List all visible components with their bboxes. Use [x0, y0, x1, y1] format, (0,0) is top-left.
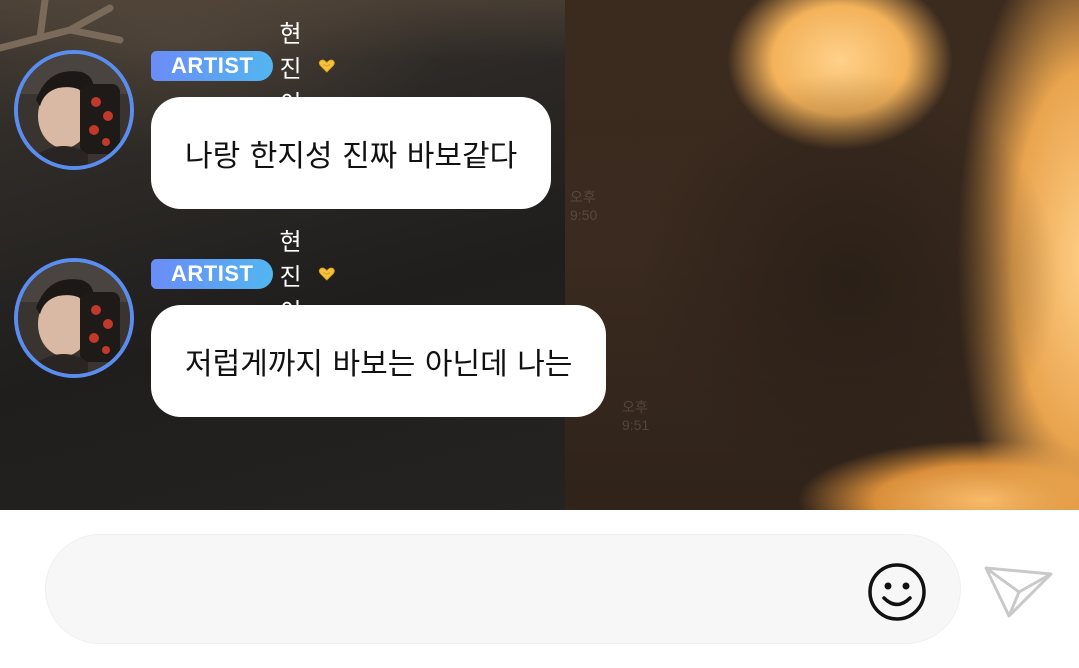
artist-badge: ARTIST [151, 51, 274, 81]
background-shadow [640, 70, 1060, 490]
heart-hands-icon [318, 59, 335, 73]
paper-plane-icon[interactable] [983, 562, 1055, 622]
message-time: 오후 9:50 [570, 189, 598, 223]
artist-badge: ARTIST [151, 259, 274, 289]
message-composer [0, 510, 1079, 668]
message-bubble[interactable]: 나랑 한지성 진짜 바보같다 [151, 97, 552, 209]
message-time: 오후 9:51 [622, 399, 650, 433]
heart-hands-icon [318, 267, 335, 281]
message-bubble[interactable]: 저럽게까지 바보는 아닌데 나는 [151, 305, 607, 417]
chat-area: ARTIST 현진이 나랑 한지성 진짜 바보같다 오후 9:50 [0, 0, 1079, 510]
avatar-photo [18, 262, 130, 374]
avatar[interactable] [14, 50, 134, 170]
message-input[interactable] [45, 534, 961, 644]
avatar[interactable] [14, 258, 134, 378]
avatar-photo [18, 54, 130, 166]
smiley-face-icon[interactable] [866, 561, 928, 623]
